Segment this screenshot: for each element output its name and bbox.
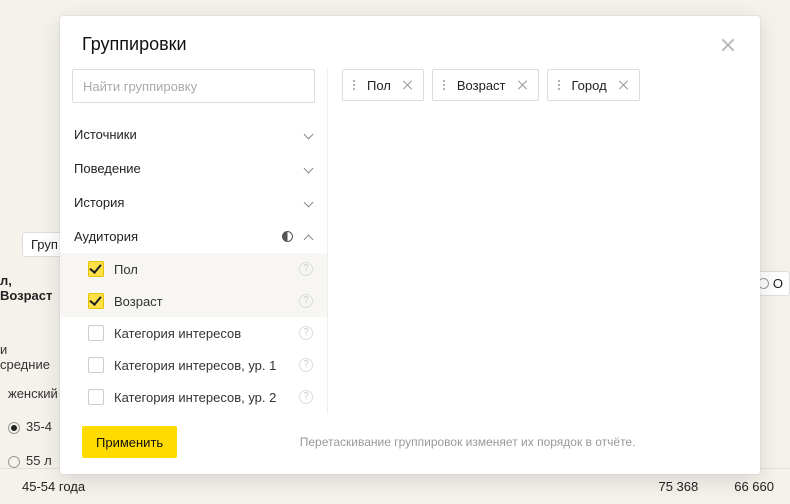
bg-text-gender: женский bbox=[8, 386, 58, 401]
help-icon[interactable]: ? bbox=[299, 326, 313, 340]
bg-num-1: 75 368 bbox=[658, 479, 698, 494]
checkbox-icon[interactable] bbox=[88, 357, 104, 373]
chip-label: Город bbox=[572, 78, 607, 93]
bg-text-avg: и средние bbox=[0, 342, 60, 372]
option-interest-category[interactable]: Категория интересов ? bbox=[60, 317, 327, 349]
help-icon[interactable]: ? bbox=[299, 390, 313, 404]
help-icon[interactable]: ? bbox=[299, 262, 313, 276]
chevron-up-icon bbox=[303, 231, 313, 241]
chip-age[interactable]: Возраст bbox=[432, 69, 539, 101]
bg-breadcrumb: л, Возраст bbox=[0, 273, 60, 303]
partial-indicator-icon bbox=[282, 231, 293, 242]
option-interest-l1[interactable]: Категория интересов, ур. 1 ? bbox=[60, 349, 327, 381]
remove-chip-icon[interactable] bbox=[399, 76, 417, 94]
category-sources[interactable]: Источники bbox=[60, 117, 327, 151]
help-icon[interactable]: ? bbox=[299, 358, 313, 372]
chip-city[interactable]: Город bbox=[547, 69, 640, 101]
category-audience[interactable]: Аудитория bbox=[60, 219, 327, 253]
selected-chips: Пол Возраст Город bbox=[328, 69, 760, 101]
category-behavior[interactable]: Поведение bbox=[60, 151, 327, 185]
close-icon[interactable] bbox=[718, 35, 738, 55]
option-age[interactable]: Возраст ? bbox=[60, 285, 327, 317]
bg-row-2[interactable]: 55 л bbox=[8, 453, 52, 468]
option-interest-l2[interactable]: Категория интересов, ур. 2 ? bbox=[60, 381, 327, 413]
checkbox-icon[interactable] bbox=[88, 261, 104, 277]
checkbox-icon[interactable] bbox=[88, 325, 104, 341]
drag-handle-icon[interactable] bbox=[439, 80, 449, 90]
option-gender[interactable]: Пол ? bbox=[60, 253, 327, 285]
groupings-modal: Группировки Источники Поведение История bbox=[60, 16, 760, 474]
chip-gender[interactable]: Пол bbox=[342, 69, 424, 101]
chip-label: Пол bbox=[367, 78, 391, 93]
remove-chip-icon[interactable] bbox=[514, 76, 532, 94]
drag-handle-icon[interactable] bbox=[554, 80, 564, 90]
apply-button[interactable]: Применить bbox=[82, 426, 177, 458]
bg-row-1[interactable]: 35-4 bbox=[8, 419, 52, 434]
chevron-down-icon bbox=[303, 163, 313, 173]
chevron-down-icon bbox=[303, 129, 313, 139]
bg-num-2: 66 660 bbox=[734, 479, 774, 494]
drag-handle-icon[interactable] bbox=[349, 80, 359, 90]
chevron-down-icon bbox=[303, 197, 313, 207]
help-icon[interactable]: ? bbox=[299, 294, 313, 308]
category-history[interactable]: История bbox=[60, 185, 327, 219]
modal-title: Группировки bbox=[82, 34, 187, 55]
chip-label: Возраст bbox=[457, 78, 506, 93]
checkbox-icon[interactable] bbox=[88, 293, 104, 309]
bg-bottom-label[interactable]: 45-54 года bbox=[16, 479, 85, 494]
remove-chip-icon[interactable] bbox=[615, 76, 633, 94]
right-pane: Пол Возраст Город bbox=[328, 69, 760, 414]
drag-hint: Перетаскивание группировок изменяет их п… bbox=[197, 435, 738, 449]
search-input[interactable] bbox=[72, 69, 315, 103]
checkbox-icon[interactable] bbox=[88, 389, 104, 405]
left-pane: Источники Поведение История Аудитория bbox=[60, 69, 328, 414]
